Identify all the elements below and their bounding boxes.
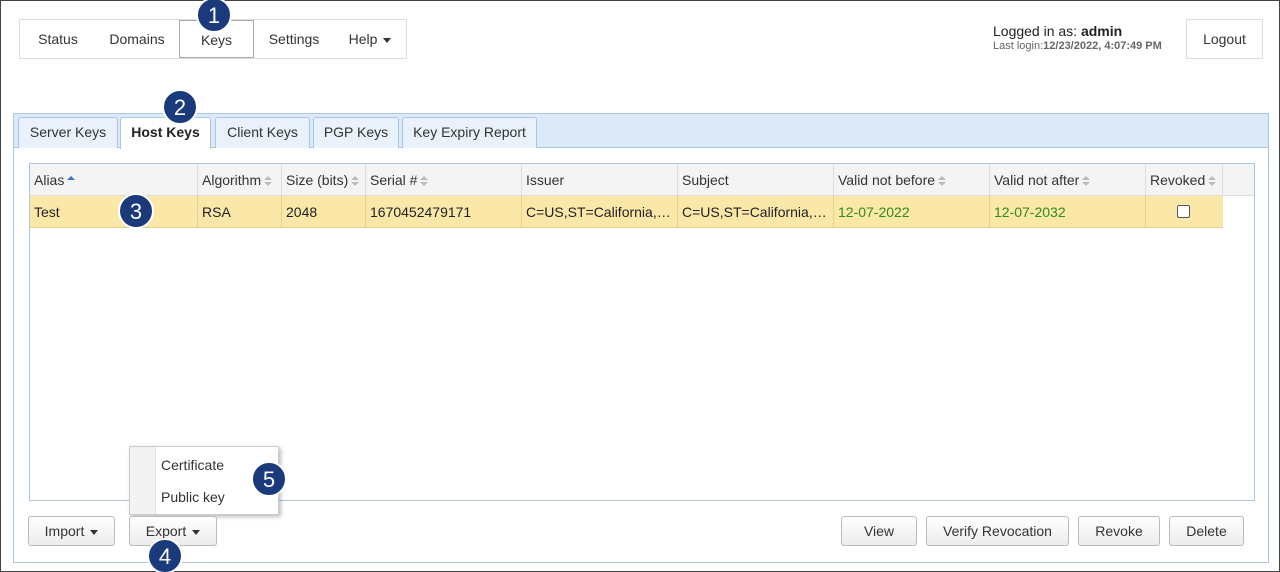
nav-help-label: Help [348, 31, 378, 47]
tab-pgp-keys-label: PGP Keys [323, 124, 389, 140]
column-header-size[interactable]: Size (bits) [282, 164, 366, 196]
last-login-prefix: Last login: [993, 40, 1044, 52]
tab-server-keys[interactable]: Server Keys [18, 117, 118, 148]
sort-icon [1208, 176, 1217, 187]
column-header-algorithm[interactable]: Algorithm [198, 164, 282, 196]
cell-alias: Test [30, 196, 198, 228]
sort-icon [264, 176, 273, 187]
column-header-valid-not-before[interactable]: Valid not before [834, 164, 990, 196]
sort-icon [351, 176, 360, 187]
cell-revoked [1146, 196, 1223, 228]
sort-icon [420, 176, 429, 187]
tab-key-expiry-report[interactable]: Key Expiry Report [402, 117, 537, 148]
tab-pgp-keys[interactable]: PGP Keys [313, 117, 399, 148]
verify-revocation-label: Verify Revocation [943, 523, 1052, 539]
column-header-label: Serial # [370, 172, 418, 188]
revoked-checkbox[interactable] [1177, 205, 1190, 218]
column-header-label: Size (bits) [286, 172, 349, 188]
cell-valid-not-before: 12-07-2022 [834, 196, 990, 228]
import-button[interactable]: Import [28, 516, 115, 546]
callout-2: 2 [162, 89, 198, 125]
cell-size: 2048 [282, 196, 366, 228]
column-header-label: Valid not after [994, 172, 1080, 188]
export-label: Export [145, 523, 187, 539]
table-row[interactable]: Test RSA 2048 1670452479171 C=US,ST=Cali… [30, 196, 1223, 228]
callout-5: 5 [251, 461, 287, 497]
cell-subject: C=US,ST=California,L=San Jose [678, 196, 834, 228]
caret-down-icon [192, 529, 201, 535]
tab-server-keys-label: Server Keys [29, 124, 107, 140]
column-header-subject[interactable]: Subject [678, 164, 834, 196]
delete-label: Delete [1186, 523, 1227, 539]
revoke-label: Revoke [1095, 523, 1143, 539]
verify-revocation-button[interactable]: Verify Revocation [926, 516, 1069, 546]
cell-valid-not-after: 12-07-2032 [990, 196, 1146, 228]
column-header-label: Subject [682, 172, 729, 188]
nav-status[interactable]: Status [20, 20, 96, 58]
nav-domains-label: Domains [109, 31, 165, 47]
last-login-time: 12/23/2022, 4:07:49 PM [1043, 40, 1162, 52]
column-header-label: Valid not before [838, 172, 936, 188]
view-label: View [863, 523, 895, 539]
nav-status-label: Status [38, 31, 78, 47]
nav-domains[interactable]: Domains [96, 20, 178, 58]
sort-icon [1082, 176, 1091, 187]
caret-down-icon [90, 529, 99, 535]
username: admin [1080, 23, 1123, 39]
column-header-valid-not-after[interactable]: Valid not after [990, 164, 1146, 196]
column-header-alias[interactable]: Alias [30, 164, 198, 196]
caret-down-icon [383, 37, 392, 43]
column-header-issuer[interactable]: Issuer [522, 164, 678, 196]
cell-algorithm: RSA [198, 196, 282, 228]
column-header-serial[interactable]: Serial # [366, 164, 522, 196]
tab-client-keys[interactable]: Client Keys [215, 117, 310, 148]
delete-button[interactable]: Delete [1169, 516, 1244, 546]
tab-bar: Server Keys Host Keys Client Keys PGP Ke… [14, 114, 1268, 149]
column-header-label: Alias [34, 172, 65, 188]
nav-settings-label: Settings [268, 31, 320, 47]
logged-in-prefix: Logged in as: [993, 23, 1081, 39]
view-button[interactable]: View [841, 516, 917, 546]
callout-4: 4 [147, 538, 183, 572]
sort-ascending-icon [67, 176, 76, 186]
login-info: Logged in as: admin Last login:12/23/202… [993, 23, 1183, 53]
menu-gutter [130, 447, 156, 514]
column-header-label: Algorithm [202, 172, 262, 188]
cell-issuer: C=US,ST=California,L=San Jose [522, 196, 678, 228]
tab-host-keys[interactable]: Host Keys [120, 117, 211, 149]
tab-client-keys-label: Client Keys [227, 124, 298, 140]
table-header: Alias Algorithm Size (bits) Serial # Iss… [30, 164, 1254, 196]
nav-keys-label: Keys [200, 32, 233, 48]
column-header-revoked[interactable]: Revoked [1146, 164, 1223, 196]
nav-settings[interactable]: Settings [254, 20, 334, 58]
import-label: Import [44, 523, 85, 539]
revoke-button[interactable]: Revoke [1078, 516, 1160, 546]
column-header-label: Issuer [526, 172, 565, 188]
nav-help[interactable]: Help [334, 20, 406, 58]
tab-key-expiry-report-label: Key Expiry Report [413, 124, 526, 140]
tab-host-keys-label: Host Keys [131, 124, 200, 140]
cell-serial: 1670452479171 [366, 196, 522, 228]
column-header-label: Revoked [1150, 172, 1206, 188]
sort-icon [938, 176, 947, 187]
callout-3: 3 [118, 193, 154, 229]
logout-button[interactable]: Logout [1186, 19, 1263, 59]
logout-label: Logout [1203, 31, 1246, 47]
